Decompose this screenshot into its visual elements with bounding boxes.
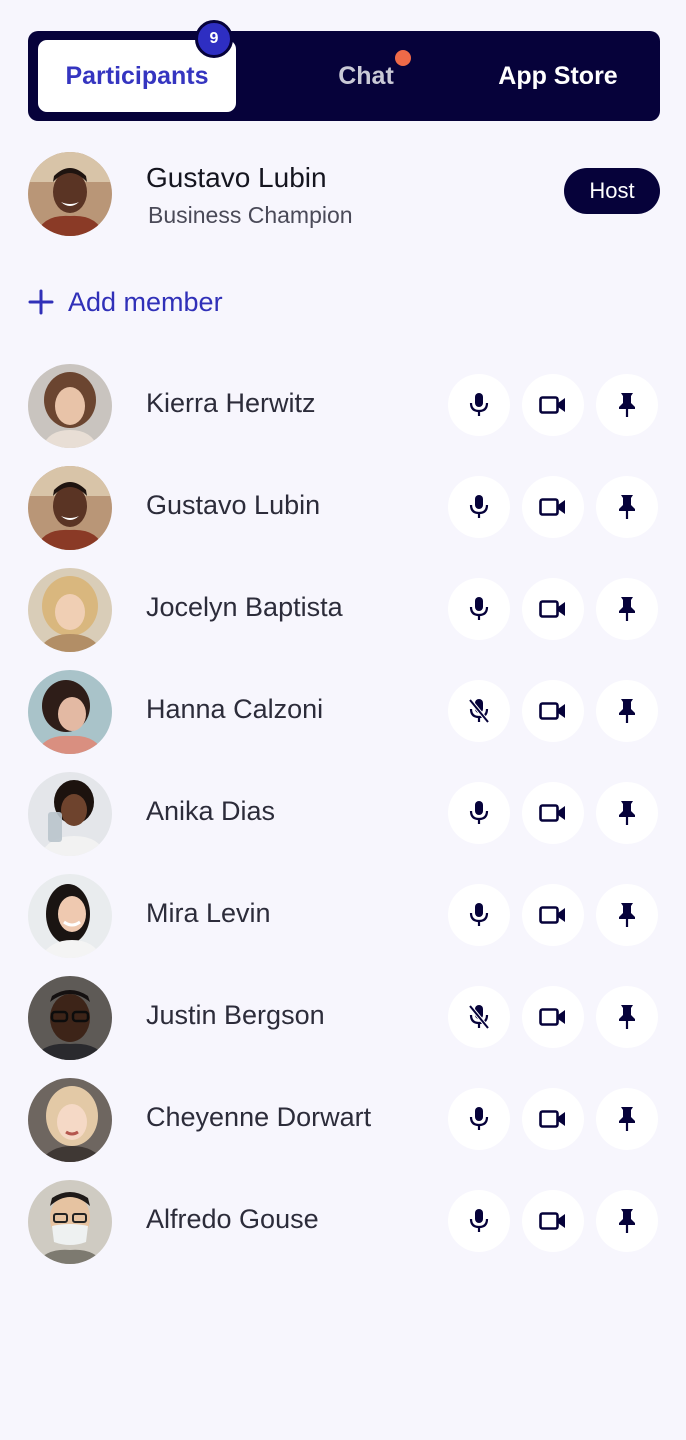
video-camera-icon: [539, 396, 565, 414]
participant-name: Alfredo Gouse: [146, 1204, 319, 1234]
plus-icon: [28, 289, 54, 315]
participant-row: Justin Bergson: [28, 976, 660, 1078]
pin-icon: [619, 699, 635, 723]
video-camera-icon: [539, 1212, 565, 1230]
mic-toggle-button[interactable]: [448, 1190, 510, 1252]
participant-row: Hanna Calzoni: [28, 670, 660, 772]
participant-name: Cheyenne Dorwart: [146, 1102, 372, 1132]
participant-row: Gustavo Lubin: [28, 466, 660, 568]
pin-button[interactable]: [596, 884, 658, 946]
add-member-button[interactable]: Add member: [28, 282, 223, 322]
participant-name: Justin Bergson: [146, 1000, 325, 1030]
camera-toggle-button[interactable]: [522, 374, 584, 436]
mic-toggle-button[interactable]: [448, 986, 510, 1048]
host-avatar: [28, 152, 112, 236]
tab-participants-label: Participants: [65, 61, 209, 90]
video-camera-icon: [539, 1110, 565, 1128]
camera-toggle-button[interactable]: [522, 1088, 584, 1150]
participant-row: Jocelyn Baptista: [28, 568, 660, 670]
participant-avatar: [28, 976, 112, 1060]
participant-list: Kierra Herwitz Gustavo Lubin Jocelyn Bap…: [28, 364, 660, 1282]
mic-toggle-button[interactable]: [448, 578, 510, 640]
mic-toggle-button[interactable]: [448, 374, 510, 436]
microphone-icon: [469, 801, 489, 824]
participant-name: Mira Levin: [146, 898, 271, 928]
microphone-icon: [469, 903, 489, 926]
microphone-muted-icon: [468, 698, 490, 724]
pin-icon: [619, 495, 635, 519]
participant-name: Gustavo Lubin: [146, 490, 321, 520]
microphone-icon: [469, 495, 489, 518]
participant-avatar: [28, 670, 112, 754]
participant-name: Kierra Herwitz: [146, 388, 316, 418]
pin-button[interactable]: [596, 680, 658, 742]
camera-toggle-button[interactable]: [522, 884, 584, 946]
participant-row: Alfredo Gouse: [28, 1180, 660, 1282]
pin-button[interactable]: [596, 986, 658, 1048]
camera-toggle-button[interactable]: [522, 782, 584, 844]
participants-panel: Participants 9 Chat App Store Gustavo Lu…: [0, 0, 686, 1440]
participant-row: Mira Levin: [28, 874, 660, 976]
camera-toggle-button[interactable]: [522, 680, 584, 742]
pin-button[interactable]: [596, 578, 658, 640]
video-camera-icon: [539, 1008, 565, 1026]
microphone-muted-icon: [468, 1004, 490, 1030]
pin-icon: [619, 393, 635, 417]
host-row: Gustavo Lubin Business Champion Host: [28, 152, 660, 236]
mic-toggle-button[interactable]: [448, 782, 510, 844]
add-member-label: Add member: [68, 286, 223, 317]
host-badge: Host: [564, 168, 660, 214]
participant-name: Anika Dias: [146, 796, 276, 826]
participant-name: Hanna Calzoni: [146, 694, 324, 724]
participant-avatar: [28, 568, 112, 652]
participant-avatar: [28, 1180, 112, 1264]
participant-avatar: [28, 874, 112, 958]
pin-icon: [619, 801, 635, 825]
microphone-icon: [469, 393, 489, 416]
video-camera-icon: [539, 600, 565, 618]
tab-bar: Participants 9 Chat App Store: [28, 20, 660, 121]
pin-icon: [619, 1209, 635, 1233]
microphone-icon: [469, 1209, 489, 1232]
participant-row: Kierra Herwitz: [28, 364, 660, 466]
microphone-icon: [469, 597, 489, 620]
mic-toggle-button[interactable]: [448, 1088, 510, 1150]
participant-avatar: [28, 466, 112, 550]
participants-count-badge: 9: [195, 20, 233, 58]
mic-toggle-button[interactable]: [448, 884, 510, 946]
tab-app-store-label: App Store: [498, 61, 618, 90]
mic-toggle-button[interactable]: [448, 680, 510, 742]
tab-app-store[interactable]: App Store: [488, 40, 628, 112]
pin-button[interactable]: [596, 782, 658, 844]
camera-toggle-button[interactable]: [522, 1190, 584, 1252]
host-name: Gustavo Lubin: [146, 162, 327, 193]
participant-name: Jocelyn Baptista: [146, 592, 343, 622]
pin-icon: [619, 1005, 635, 1029]
pin-icon: [619, 903, 635, 927]
microphone-icon: [469, 1107, 489, 1130]
video-camera-icon: [539, 804, 565, 822]
participant-avatar: [28, 1078, 112, 1162]
tab-chat-label: Chat: [338, 61, 394, 90]
participant-row: Cheyenne Dorwart: [28, 1078, 660, 1180]
participant-row: Anika Dias: [28, 772, 660, 874]
host-role: Business Champion: [148, 202, 353, 228]
participant-avatar: [28, 364, 112, 448]
camera-toggle-button[interactable]: [522, 476, 584, 538]
pin-icon: [619, 1107, 635, 1131]
chat-unread-dot: [395, 50, 411, 66]
pin-button[interactable]: [596, 1088, 658, 1150]
camera-toggle-button[interactable]: [522, 986, 584, 1048]
video-camera-icon: [539, 906, 565, 924]
mic-toggle-button[interactable]: [448, 476, 510, 538]
camera-toggle-button[interactable]: [522, 578, 584, 640]
video-camera-icon: [539, 498, 565, 516]
pin-button[interactable]: [596, 374, 658, 436]
pin-button[interactable]: [596, 476, 658, 538]
participant-avatar: [28, 772, 112, 856]
pin-icon: [619, 597, 635, 621]
pin-button[interactable]: [596, 1190, 658, 1252]
video-camera-icon: [539, 702, 565, 720]
